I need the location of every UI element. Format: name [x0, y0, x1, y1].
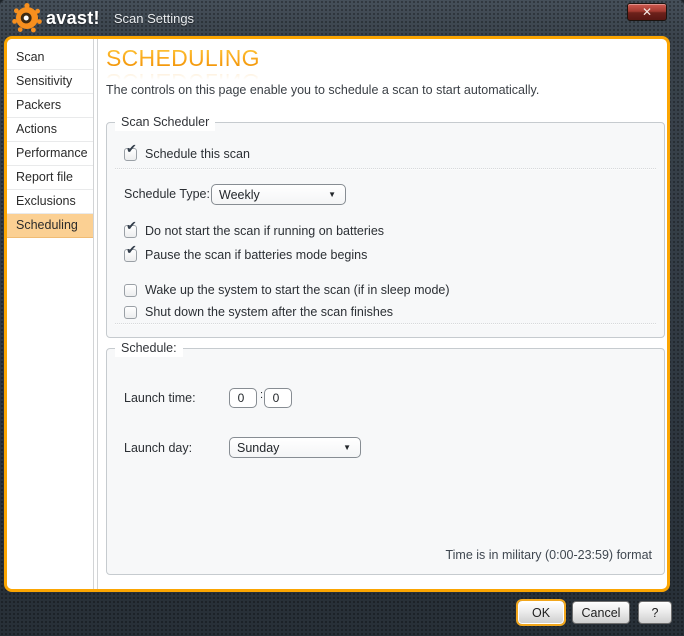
checkmark-icon: ✔: [126, 142, 137, 157]
checkbox-label: Do not start the scan if running on batt…: [145, 224, 385, 238]
sidebar-item-performance[interactable]: Performance: [7, 142, 93, 166]
option-row: ✔ Pause the scan if batteries mode begin…: [124, 243, 368, 263]
footer-button-bar: OK Cancel ?: [518, 601, 672, 624]
page-title-reflection: SCHEDULING: [106, 69, 260, 81]
military-time-note: Time is in military (0:00-23:59) format: [445, 548, 652, 562]
scan-settings-window: avast! Scan Settings ✕ Scan Sensitivity …: [0, 0, 684, 636]
checkbox-label: Pause the scan if batteries mode begins: [145, 248, 368, 262]
help-button[interactable]: ?: [638, 601, 672, 624]
avast-logo: avast!: [10, 1, 100, 35]
checkbox-label: Schedule this scan: [145, 147, 250, 161]
separator: [115, 168, 656, 170]
scan-scheduler-group: Scan Scheduler ✔ Schedule this scan Sche…: [106, 114, 665, 338]
sidebar-item-scheduling[interactable]: Scheduling: [7, 214, 93, 238]
sidebar: Scan Sensitivity Packers Actions Perform…: [7, 39, 93, 589]
launch-hour-input[interactable]: [229, 388, 257, 408]
group-title: Scan Scheduler: [115, 114, 216, 131]
sidebar-item-report-file[interactable]: Report file: [7, 166, 93, 190]
launch-time-label: Launch time:: [124, 391, 196, 405]
wake-up-system-checkbox[interactable]: ✔: [124, 284, 137, 297]
time-separator: :: [260, 389, 264, 401]
checkmark-icon: ✔: [126, 243, 137, 258]
checkmark-icon: ✔: [126, 219, 137, 234]
title-bar: avast! Scan Settings ✕: [0, 0, 684, 36]
no-start-on-batteries-checkbox[interactable]: ✔: [124, 219, 137, 238]
schedule-this-scan-row: ✔ Schedule this scan: [124, 142, 250, 162]
pause-on-batteries-checkbox[interactable]: ✔: [124, 243, 137, 262]
sidebar-item-packers[interactable]: Packers: [7, 94, 93, 118]
schedule-this-scan-checkbox[interactable]: ✔: [124, 142, 137, 161]
schedule-type-value: Weekly: [219, 187, 260, 202]
shut-down-after-scan-checkbox[interactable]: ✔: [124, 306, 137, 319]
option-row: ✔ Do not start the scan if running on ba…: [124, 219, 385, 239]
sidebar-item-scan[interactable]: Scan: [7, 46, 93, 70]
chevron-down-icon: ▼: [343, 443, 351, 452]
option-row: ✔ Wake up the system to start the scan (…: [124, 283, 450, 298]
separator: [115, 323, 656, 325]
sidebar-item-actions[interactable]: Actions: [7, 118, 93, 142]
avast-ball-icon: [10, 1, 44, 35]
sidebar-item-sensitivity[interactable]: Sensitivity: [7, 70, 93, 94]
schedule-type-label: Schedule Type:: [124, 187, 210, 201]
content-panel: Scan Sensitivity Packers Actions Perform…: [4, 36, 670, 592]
schedule-group: Schedule: Launch time: : Launch day: Sun…: [106, 340, 665, 575]
main-area: SCHEDULING SCHEDULING The controls on th…: [99, 39, 667, 589]
ok-button[interactable]: OK: [518, 601, 564, 624]
window-title: Scan Settings: [113, 10, 195, 26]
launch-minute-input[interactable]: [264, 388, 292, 408]
launch-day-value: Sunday: [237, 440, 280, 455]
launch-day-select[interactable]: Sunday ▼: [229, 437, 361, 458]
schedule-type-select[interactable]: Weekly ▼: [211, 184, 346, 205]
page-description: The controls on this page enable you to …: [106, 83, 540, 97]
launch-day-label: Launch day:: [124, 441, 193, 455]
close-icon: ✕: [641, 5, 653, 19]
cancel-button[interactable]: Cancel: [572, 601, 630, 624]
group-title: Schedule:: [115, 340, 183, 357]
chevron-down-icon: ▼: [328, 190, 336, 199]
brand-text: avast!: [46, 7, 100, 28]
page-title: SCHEDULING: [106, 45, 260, 71]
checkbox-label: Shut down the system after the scan fini…: [145, 305, 394, 319]
option-row: ✔ Shut down the system after the scan fi…: [124, 305, 393, 320]
close-button[interactable]: ✕: [627, 3, 667, 21]
sidebar-item-exclusions[interactable]: Exclusions: [7, 190, 93, 214]
sidebar-divider: [93, 39, 98, 589]
checkbox-label: Wake up the system to start the scan (if…: [145, 283, 450, 297]
